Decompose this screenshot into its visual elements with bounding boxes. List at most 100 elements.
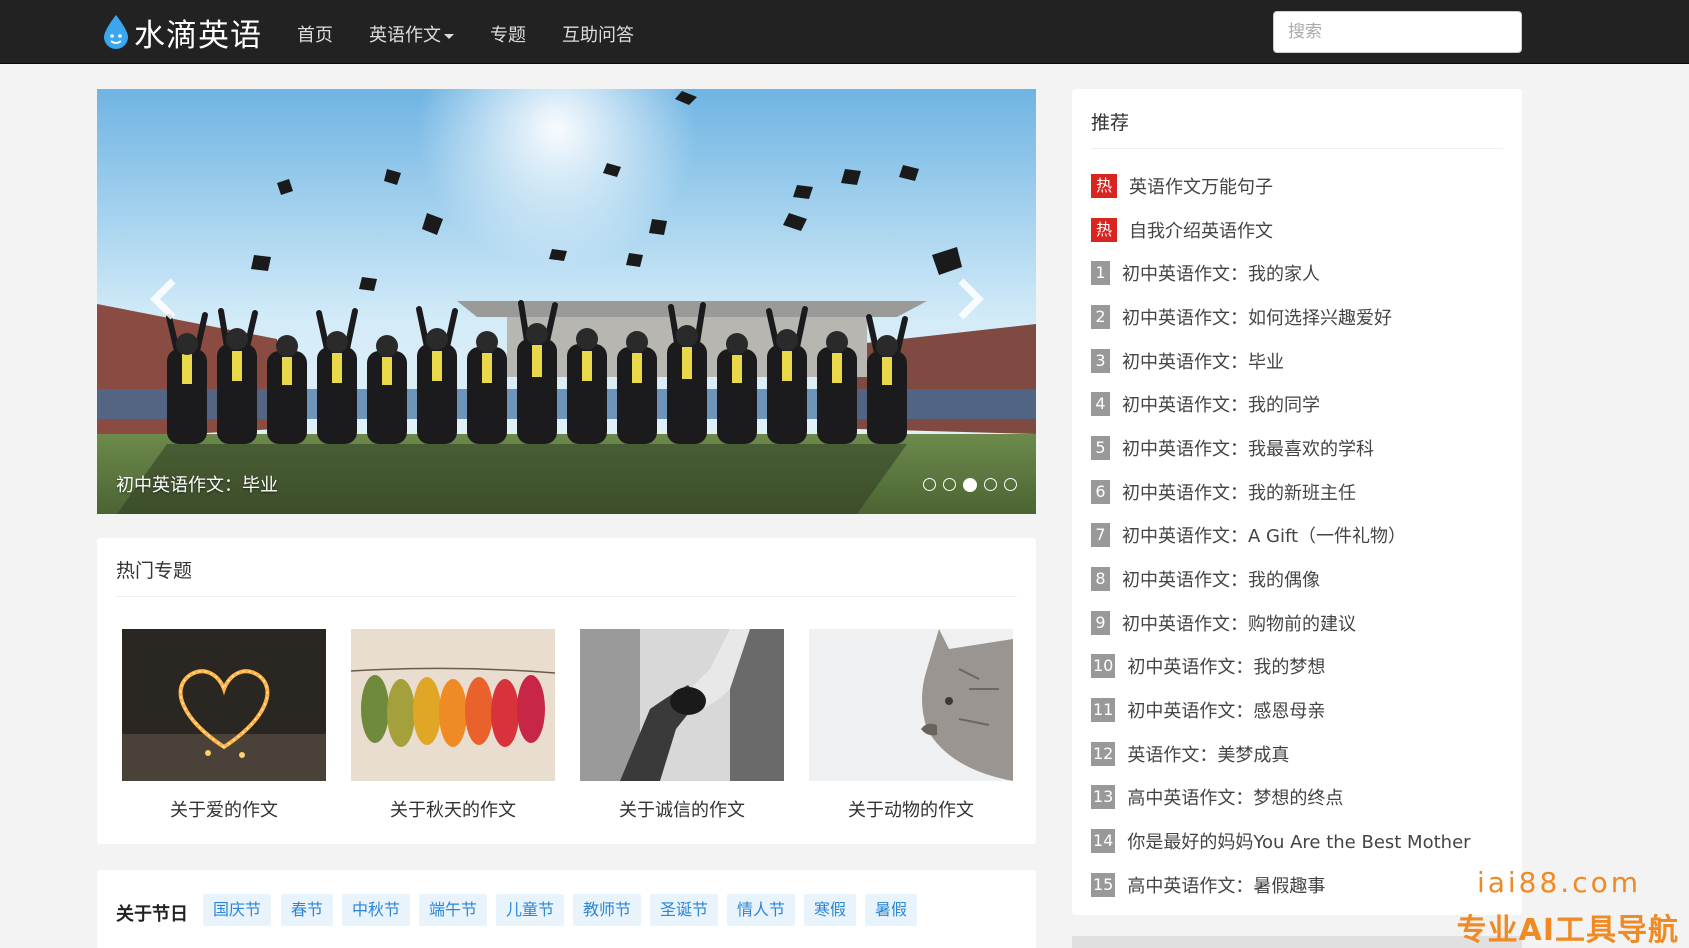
recommend-item-title: 初中英语作文：毕业: [1122, 351, 1284, 373]
carousel-indicator-active[interactable]: [963, 478, 977, 492]
top-navbar: 水滴英语 首页 英语作文 专题 互助问答: [0, 0, 1689, 64]
recommend-item-title: 初中英语作文：如何选择兴趣爱好: [1122, 307, 1392, 329]
hot-badge: 热: [1091, 173, 1117, 198]
nav-english-essays-label: 英语作文: [369, 25, 441, 46]
recommend-item[interactable]: 1 初中英语作文：我的家人: [1091, 251, 1512, 295]
recommend-item-title: 你是最好的妈妈You Are the Best Mother: [1127, 832, 1471, 854]
topic-label: 关于动物的作文: [848, 800, 974, 821]
rank-badge: 9: [1091, 610, 1110, 635]
nav-qa[interactable]: 互助问答: [562, 21, 634, 47]
recommend-item[interactable]: 8 初中英语作文：我的偶像: [1091, 557, 1512, 601]
holiday-tag[interactable]: 教师节: [573, 894, 642, 926]
recommend-item[interactable]: 热自我介绍英语作文: [1091, 208, 1512, 252]
recommend-item[interactable]: 6 初中英语作文：我的新班主任: [1091, 470, 1512, 514]
carousel-indicator[interactable]: [1004, 478, 1017, 491]
rank-badge: 12: [1091, 741, 1116, 766]
divider: [116, 596, 1017, 597]
holiday-tag[interactable]: 中秋节: [342, 894, 411, 926]
caret-down-icon: [444, 33, 454, 39]
recommend-item-title: 初中英语作文：我的同学: [1122, 395, 1320, 417]
recommend-item-title: 英语作文：美梦成真: [1127, 744, 1290, 766]
rank-badge: 11: [1091, 698, 1116, 723]
carousel-next-arrow[interactable]: [949, 275, 989, 323]
divider: [1091, 148, 1503, 149]
rank-badge: 5: [1091, 435, 1110, 460]
watermark-slogan: 专业AI工具导航: [1456, 913, 1679, 948]
topic-label: 关于秋天的作文: [390, 800, 516, 821]
site-logo[interactable]: 水滴英语: [102, 12, 262, 54]
recommend-item-title: 初中英语作文：我的新班主任: [1122, 482, 1356, 504]
recommend-item-title: 初中英语作文：购物前的建议: [1122, 613, 1356, 635]
nav-english-essays[interactable]: 英语作文: [369, 21, 454, 47]
recommend-item[interactable]: 3 初中英语作文：毕业: [1091, 339, 1512, 383]
holiday-tag[interactable]: 暑假: [865, 894, 918, 926]
recommend-item[interactable]: 5 初中英语作文：我最喜欢的学科: [1091, 426, 1512, 470]
recommend-item[interactable]: 2 初中英语作文：如何选择兴趣爱好: [1091, 295, 1512, 339]
recommend-item-title: 自我介绍英语作文: [1129, 220, 1273, 242]
rank-badge: 8: [1091, 567, 1110, 592]
cat-image: [809, 629, 1013, 781]
carousel-caption[interactable]: 初中英语作文：毕业: [116, 471, 278, 497]
recommend-item-title: 初中英语作文：感恩母亲: [1127, 701, 1326, 723]
hot-badge: 热: [1091, 217, 1117, 242]
nav-home[interactable]: 首页: [297, 21, 333, 47]
recommend-list: 热英语作文万能句子 热自我介绍英语作文 1 初中英语作文：我的家人 2 初中英语作文…: [1091, 164, 1512, 907]
rank-badge: 1: [1091, 261, 1110, 286]
search-input[interactable]: [1273, 11, 1522, 53]
topic-card-integrity[interactable]: 关于诚信的作文: [580, 629, 784, 822]
holiday-tag[interactable]: 春节: [281, 894, 334, 926]
rank-badge: 7: [1091, 523, 1110, 548]
holidays-panel: 关于节日 国庆节 春节 中秋节 端午节 儿童节 教师节 圣诞节 情人节 寒假 暑…: [97, 870, 1036, 948]
recommend-item[interactable]: 7 初中英语作文：A Gift（一件礼物）: [1091, 514, 1512, 558]
recommend-item[interactable]: 热英语作文万能句子: [1091, 164, 1512, 208]
next-panel-edge: [1072, 936, 1522, 948]
recommend-item-title: 初中英语作文：我的家人: [1122, 264, 1320, 286]
recommend-item[interactable]: 13 高中英语作文：梦想的终点: [1091, 776, 1512, 820]
recommend-item-title: 高中英语作文：暑假趣事: [1127, 875, 1326, 897]
rank-badge: 14: [1091, 829, 1116, 854]
rank-badge: 13: [1091, 785, 1116, 810]
logo-text: 水滴英语: [134, 17, 262, 54]
recommend-item[interactable]: 14 你是最好的妈妈You Are the Best Mother: [1091, 819, 1512, 863]
recommend-item[interactable]: 9 初中英语作文：购物前的建议: [1091, 601, 1512, 645]
carousel-indicator[interactable]: [943, 478, 956, 491]
holidays-title: 关于节日: [116, 904, 188, 925]
rank-badge: 3: [1091, 348, 1110, 373]
topic-card-autumn[interactable]: 关于秋天的作文: [350, 629, 556, 822]
recommend-item-title: 高中英语作文：梦想的终点: [1127, 788, 1344, 810]
carousel-indicators: [923, 478, 1017, 492]
rank-badge: 4: [1091, 392, 1110, 417]
topic-label: 关于诚信的作文: [619, 800, 745, 821]
nav-topics[interactable]: 专题: [490, 21, 526, 47]
recommend-item-title: 初中英语作文：我的梦想: [1127, 657, 1326, 679]
holiday-tag[interactable]: 圣诞节: [650, 894, 719, 926]
recommend-panel: 推荐 热英语作文万能句子 热自我介绍英语作文 1 初中英语作文：我的家人 2 初中英…: [1072, 89, 1522, 915]
topic-card-animals[interactable]: 关于动物的作文: [809, 629, 1013, 822]
carousel-prev-arrow[interactable]: [145, 275, 185, 323]
graduation-photo: [97, 89, 1036, 514]
recommend-item[interactable]: 4 初中英语作文：我的同学: [1091, 382, 1512, 426]
watermark-domain: iai88.com: [1476, 866, 1641, 899]
holiday-tag[interactable]: 儿童节: [496, 894, 565, 926]
recommend-item[interactable]: 10 初中英语作文：我的梦想: [1091, 645, 1512, 689]
recommend-item-title: 初中英语作文：我的偶像: [1122, 570, 1320, 592]
hot-topics-title: 热门专题: [116, 560, 193, 582]
recommend-item-title: 初中英语作文：A Gift（一件礼物）: [1122, 526, 1407, 548]
handshake-image: [580, 629, 784, 781]
holiday-tag[interactable]: 端午节: [419, 894, 488, 926]
rank-badge: 15: [1091, 872, 1116, 897]
rank-badge: 10: [1091, 654, 1116, 679]
recommend-item[interactable]: 12 英语作文：美梦成真: [1091, 732, 1512, 776]
recommend-item-title: 英语作文万能句子: [1129, 176, 1273, 198]
carousel-indicator[interactable]: [984, 478, 997, 491]
recommend-item[interactable]: 15 高中英语作文：暑假趣事: [1091, 863, 1512, 907]
recommend-item[interactable]: 11 初中英语作文：感恩母亲: [1091, 688, 1512, 732]
water-drop-icon: [104, 15, 128, 49]
carousel-indicator[interactable]: [923, 478, 936, 491]
recommend-item-title: 初中英语作文：我最喜欢的学科: [1122, 438, 1374, 460]
holiday-tag[interactable]: 国庆节: [203, 894, 272, 926]
topic-card-love[interactable]: 关于爱的作文: [122, 629, 326, 822]
hero-carousel[interactable]: 初中英语作文：毕业: [97, 89, 1036, 514]
holiday-tag[interactable]: 寒假: [804, 894, 857, 926]
holiday-tag[interactable]: 情人节: [727, 894, 796, 926]
